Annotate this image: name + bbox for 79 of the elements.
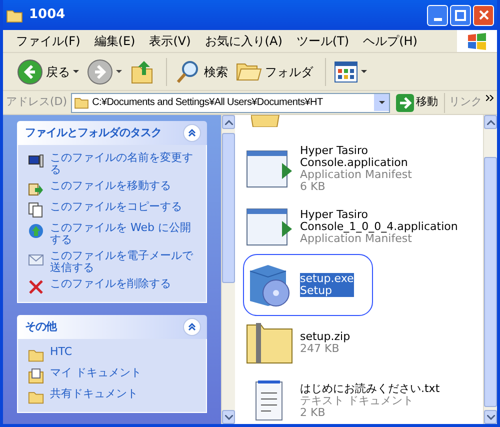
task-link[interactable]: このファイルの名前を変更する bbox=[50, 152, 196, 176]
maximize-button[interactable] bbox=[450, 4, 471, 26]
file-name: setup.zip bbox=[300, 331, 350, 343]
menu-item[interactable]: ヘルプ(H) bbox=[356, 32, 424, 50]
back-icon[interactable] bbox=[17, 58, 43, 84]
file-size: 247 KB bbox=[300, 343, 340, 355]
maximize-icon bbox=[455, 10, 466, 20]
minimize-icon bbox=[434, 18, 442, 20]
folder-icon bbox=[74, 96, 90, 109]
task-link[interactable]: マイ ドキュメント bbox=[50, 367, 142, 379]
folder-icon bbox=[6, 8, 23, 22]
collapse-button[interactable] bbox=[183, 124, 201, 142]
monitor-icon bbox=[28, 153, 44, 169]
globe-icon bbox=[28, 223, 44, 239]
scrollbar[interactable] bbox=[221, 115, 235, 424]
search-icon bbox=[175, 58, 201, 84]
file-name: はじめにお読みください.txt bbox=[300, 383, 440, 395]
panel-title: ファイルとフォルダのタスク bbox=[25, 124, 162, 141]
file-size: 2 KB bbox=[300, 407, 326, 419]
copy-icon bbox=[28, 202, 44, 218]
task-link[interactable]: このファイルを Web に公開する bbox=[50, 222, 196, 246]
menu-item[interactable]: 表示(V) bbox=[142, 32, 198, 50]
file-name: Hyper Tasiro Console.application bbox=[300, 145, 409, 169]
back-button[interactable]: 戻る bbox=[15, 56, 81, 86]
task-link[interactable]: 共有ドキュメント bbox=[50, 388, 138, 400]
file-name: setup.exe bbox=[300, 273, 354, 285]
close-icon bbox=[478, 10, 488, 20]
task-link[interactable]: このファイルを電子メールで送信する bbox=[50, 250, 196, 274]
folder-icon bbox=[28, 389, 44, 405]
file-type: Application Manifest bbox=[300, 169, 413, 181]
arrow-right-icon bbox=[396, 94, 414, 112]
folders-button[interactable]: フォルダ bbox=[234, 56, 315, 86]
task-link[interactable]: このファイルを移動する bbox=[50, 180, 171, 192]
address-value: C:¥Documents and Settings¥All Users¥Documents¥HT bbox=[92, 96, 324, 110]
scroll-up-icon[interactable] bbox=[486, 120, 494, 124]
chevron-up-icon bbox=[188, 323, 196, 331]
menu-item[interactable]: お気に入り(A) bbox=[198, 32, 290, 50]
minimize-button[interactable] bbox=[427, 4, 448, 26]
scroll-up-icon[interactable] bbox=[224, 120, 232, 124]
go-button[interactable]: 移動 bbox=[394, 94, 440, 112]
views-icon bbox=[334, 60, 358, 82]
zip-folder-icon bbox=[246, 321, 294, 365]
scroll-thumb[interactable] bbox=[484, 157, 497, 407]
caret-icon bbox=[73, 70, 79, 74]
caret-icon bbox=[116, 70, 122, 74]
file-size: 6 KB bbox=[300, 181, 326, 193]
caret-icon bbox=[378, 100, 384, 104]
file-name: Hyper Tasiro Console_1_0_0_4.application bbox=[300, 209, 459, 233]
folder-icon bbox=[28, 347, 44, 363]
file-type: Setup bbox=[300, 285, 332, 297]
folder-icon bbox=[251, 115, 281, 127]
address-field[interactable]: C:¥Documents and Settings¥All Users¥Documents¥HT bbox=[71, 92, 390, 112]
chevron-icon[interactable] bbox=[486, 95, 494, 101]
task-link[interactable]: HTC bbox=[50, 346, 72, 358]
file-item[interactable]: setup.exe Setup bbox=[243, 254, 373, 316]
file-type: Application Manifest bbox=[300, 233, 412, 245]
dropdown-button[interactable] bbox=[374, 94, 389, 111]
scroll-down-icon[interactable] bbox=[486, 414, 494, 420]
search-button[interactable]: 検索 bbox=[173, 56, 230, 86]
address-label: アドレス(D) bbox=[6, 94, 68, 110]
task-link[interactable]: このファイルを削除する bbox=[50, 278, 171, 290]
menu-item[interactable]: ファイル(F) bbox=[9, 32, 88, 50]
close-button[interactable] bbox=[473, 4, 494, 26]
chevron-up-icon bbox=[188, 129, 196, 137]
windows-logo-icon bbox=[467, 32, 487, 50]
scroll-thumb[interactable] bbox=[222, 133, 235, 283]
move-icon bbox=[28, 181, 44, 197]
delete-icon bbox=[28, 279, 44, 295]
window-title: 1004 bbox=[29, 6, 66, 24]
file-type: テキスト ドキュメント bbox=[300, 395, 414, 407]
caret-icon bbox=[361, 70, 367, 74]
task-link[interactable]: このファイルをコピーする bbox=[50, 201, 182, 213]
menu-item[interactable]: ツール(T) bbox=[289, 32, 356, 50]
document-folder-icon bbox=[28, 368, 44, 384]
menu-item[interactable]: 編集(E) bbox=[87, 32, 142, 50]
scrollbar[interactable] bbox=[483, 115, 497, 424]
scroll-down-icon[interactable] bbox=[224, 414, 232, 420]
panel-title: その他 bbox=[25, 318, 56, 335]
collapse-button[interactable] bbox=[183, 318, 201, 336]
